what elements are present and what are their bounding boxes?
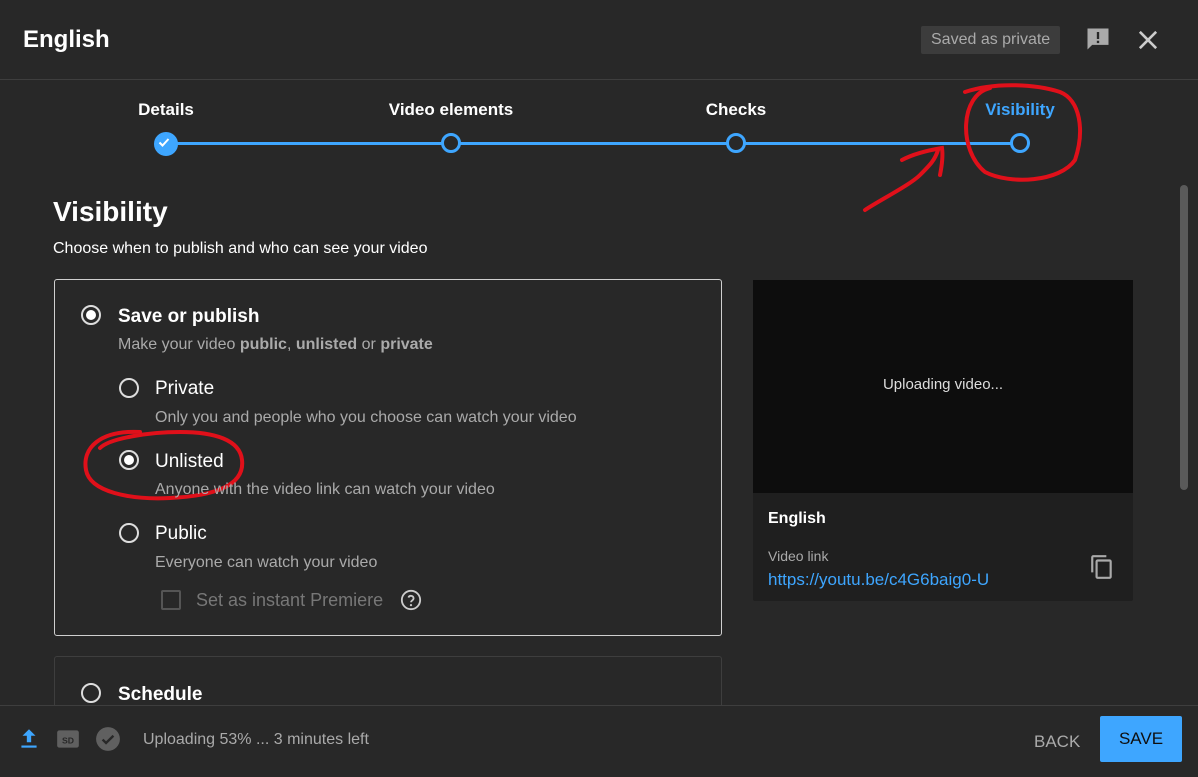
copy-icon[interactable] <box>1089 553 1115 581</box>
help-icon[interactable] <box>400 589 422 611</box>
uploading-status: Uploading video... <box>882 376 1004 393</box>
close-icon[interactable] <box>1134 26 1162 54</box>
dialog-title: English <box>23 26 110 53</box>
save-or-publish-label[interactable]: Save or publish <box>118 306 259 328</box>
preview-video-title: English <box>768 510 826 527</box>
instant-premiere-label[interactable]: Set as instant Premiere <box>196 590 383 611</box>
sd-icon: SD <box>57 730 79 748</box>
step-details-check-icon[interactable] <box>154 132 178 156</box>
dialog-footer: SD Uploading 53% ... 3 minutes left BACK… <box>0 705 1198 777</box>
video-link[interactable]: https://youtu.be/c4G6baig0-U <box>768 570 989 590</box>
step-details[interactable]: Details <box>138 100 194 120</box>
svg-text:SD: SD <box>62 735 74 745</box>
unlisted-label[interactable]: Unlisted <box>155 451 224 473</box>
save-or-publish-desc: Make your video public, unlisted or priv… <box>118 336 433 353</box>
public-label[interactable]: Public <box>155 523 207 545</box>
check-circle-icon <box>96 727 120 751</box>
private-radio[interactable] <box>119 378 139 398</box>
private-label[interactable]: Private <box>155 378 214 400</box>
schedule-label[interactable]: Schedule <box>118 684 202 706</box>
private-desc: Only you and people who you choose can w… <box>155 409 577 426</box>
instant-premiere-checkbox[interactable] <box>161 590 181 610</box>
section-title: Visibility <box>53 196 168 227</box>
dialog-header: English Saved as private <box>0 0 1198 80</box>
save-button[interactable]: SAVE <box>1100 716 1182 762</box>
scrollbar-thumb[interactable] <box>1180 185 1188 490</box>
step-checks-dot[interactable] <box>726 133 746 153</box>
upload-progress-status: Uploading 53% ... 3 minutes left <box>143 731 369 748</box>
unlisted-radio[interactable] <box>119 450 139 470</box>
step-checks[interactable]: Checks <box>706 100 766 120</box>
progress-stepper: Details Video elements Checks Visibility <box>0 80 1198 180</box>
video-preview-panel: Uploading video... English Video link ht… <box>753 280 1133 601</box>
save-or-publish-card: Save or publish Make your video public, … <box>54 279 722 636</box>
saved-status-badge: Saved as private <box>921 26 1061 54</box>
step-video-elements[interactable]: Video elements <box>389 100 513 120</box>
video-preview: Uploading video... <box>753 280 1133 493</box>
section-subtitle: Choose when to publish and who can see y… <box>53 240 428 257</box>
video-link-label: Video link <box>768 548 829 564</box>
step-video-elements-dot[interactable] <box>441 133 461 153</box>
public-radio[interactable] <box>119 523 139 543</box>
back-button[interactable]: BACK <box>1024 720 1090 764</box>
upload-icon <box>21 729 37 748</box>
feedback-icon[interactable] <box>1084 25 1112 53</box>
unlisted-desc: Anyone with the video link can watch you… <box>155 481 495 498</box>
step-visibility-dot[interactable] <box>1010 133 1030 153</box>
stepper-line <box>166 142 1020 145</box>
step-visibility[interactable]: Visibility <box>985 100 1055 120</box>
public-desc: Everyone can watch your video <box>155 554 378 571</box>
save-or-publish-radio[interactable] <box>81 305 101 325</box>
schedule-radio[interactable] <box>81 683 101 703</box>
